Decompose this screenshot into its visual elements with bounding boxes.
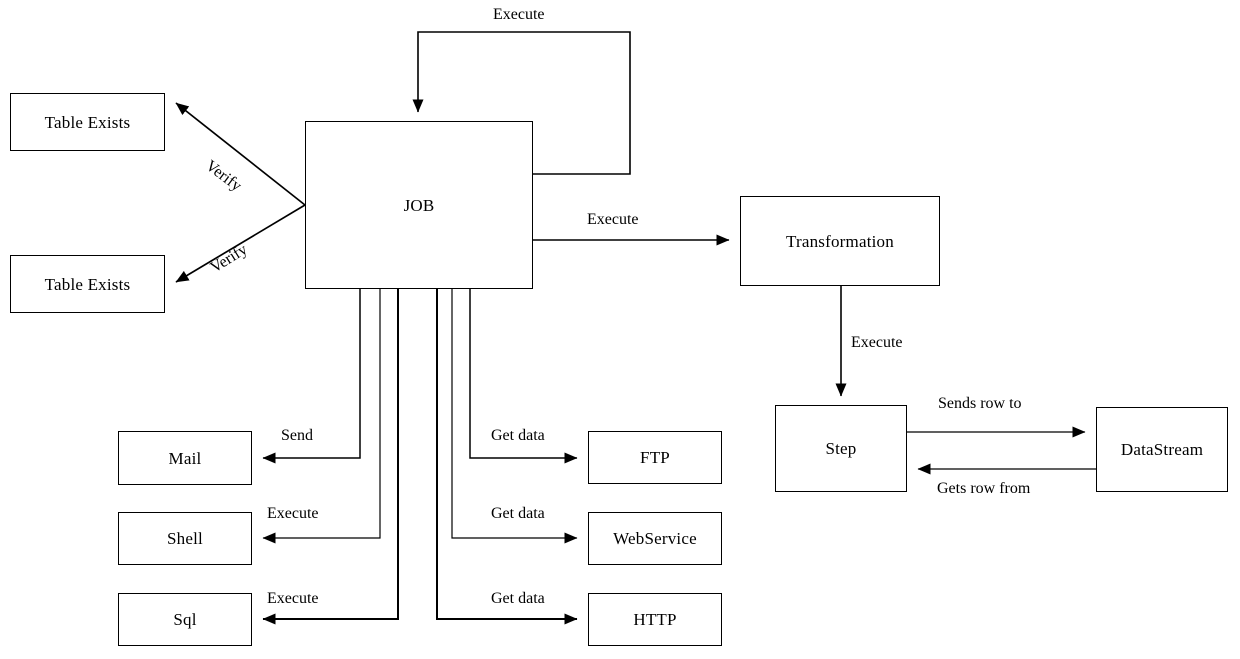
node-step[interactable]: Step <box>775 405 907 492</box>
node-label: Table Exists <box>44 274 131 294</box>
node-job[interactable]: JOB <box>305 121 533 289</box>
node-transformation[interactable]: Transformation <box>740 196 940 286</box>
node-http[interactable]: HTTP <box>588 593 722 646</box>
node-table-exists-top[interactable]: Table Exists <box>10 93 165 151</box>
edge-label-execute-shell: Execute <box>267 505 319 522</box>
node-ftp[interactable]: FTP <box>588 431 722 484</box>
node-datastream[interactable]: DataStream <box>1096 407 1228 492</box>
edge-label-job-transformation: Execute <box>587 211 639 228</box>
edge-label-transformation-step: Execute <box>851 334 903 351</box>
edge-job-http <box>436 289 578 625</box>
edge-job-sql <box>262 289 399 625</box>
node-mail[interactable]: Mail <box>118 431 252 485</box>
edge-label-sends-row-to: Sends row to <box>938 395 1022 412</box>
edge-label-loop-execute: Execute <box>493 6 545 23</box>
edge-label-get-data-http: Get data <box>491 590 545 607</box>
node-shell[interactable]: Shell <box>118 512 252 565</box>
node-label: FTP <box>640 448 670 467</box>
edge-job-shell <box>262 289 381 544</box>
node-label: JOB <box>403 195 435 215</box>
edge-label-get-data-webservice: Get data <box>491 505 545 522</box>
node-label: Transformation <box>786 231 894 251</box>
edge-label-send: Send <box>281 427 313 444</box>
node-label: DataStream <box>1120 440 1204 459</box>
node-label: HTTP <box>633 610 677 629</box>
edge-label-get-data-ftp: Get data <box>491 427 545 444</box>
node-table-exists-bottom[interactable]: Table Exists <box>10 255 165 313</box>
node-sql[interactable]: Sql <box>118 593 252 646</box>
node-label: Sql <box>173 610 197 629</box>
node-webservice[interactable]: WebService <box>588 512 722 565</box>
edge-label-execute-sql: Execute <box>267 590 319 607</box>
node-label: Shell <box>167 529 203 548</box>
node-label: Step <box>825 439 857 458</box>
diagram-canvas: Table Exists Table Exists JOB Transforma… <box>0 0 1240 659</box>
edge-label-gets-row-from: Gets row from <box>937 480 1031 497</box>
edge-job-table-exists-top <box>175 102 306 206</box>
node-label: WebService <box>613 529 697 548</box>
node-label: Mail <box>168 448 202 468</box>
node-label: Table Exists <box>44 112 131 132</box>
